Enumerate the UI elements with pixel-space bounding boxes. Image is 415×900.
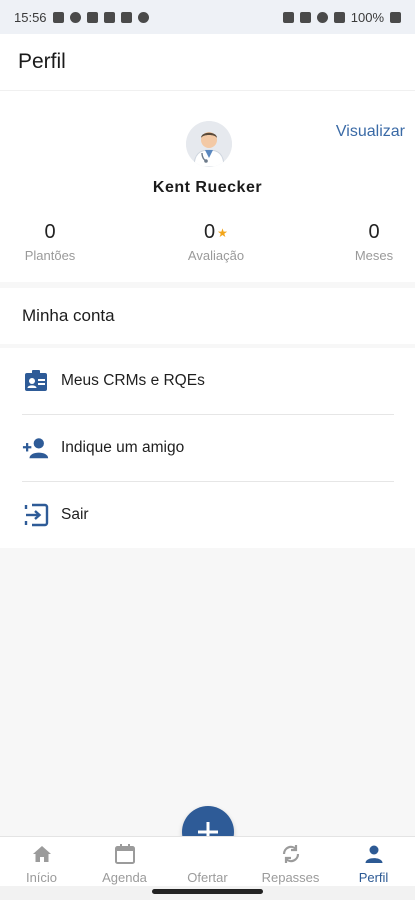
nav-item-label: Perfil (358, 870, 389, 885)
bottom-nav: Início Agenda Ofertar Repasses Perfil (0, 836, 415, 886)
status-bar: 15:56 100% (0, 0, 415, 34)
menu-item-refer-friend[interactable]: Indique um amigo (0, 415, 415, 481)
person-icon (364, 842, 384, 866)
menu-item-logout[interactable]: Sair (0, 482, 415, 548)
nav-item-label: Agenda (102, 870, 147, 885)
nav-item-profile[interactable]: Perfil (332, 837, 415, 887)
menu-item-label: Meus CRMs e RQEs (61, 372, 205, 389)
profile-card: Visualizar Kent Ruecker 0 Plantões 0 ★ A… (0, 90, 415, 282)
menu-item-label: Sair (61, 506, 89, 523)
stat-shifts: 0 Plantões (20, 221, 80, 263)
nav-item-label: Início (25, 870, 58, 885)
doctor-avatar-icon (186, 121, 232, 167)
signal-icon (333, 11, 345, 23)
section-title-account: Minha conta (0, 288, 415, 344)
profile-name: Kent Ruecker (152, 179, 263, 196)
mail-icon (103, 11, 115, 23)
app-header: Perfil (0, 34, 415, 90)
stat-rating-label: Avaliação (187, 248, 245, 263)
sync-status-icon (69, 11, 81, 23)
nav-item-offer[interactable]: Ofertar (166, 837, 249, 887)
image-icon (120, 11, 132, 23)
vibrate-icon (282, 11, 294, 23)
stat-shifts-label: Plantões (24, 248, 76, 263)
add-person-icon (22, 434, 50, 462)
stat-rating-value: 0 (204, 221, 216, 243)
system-home-bar (0, 886, 415, 900)
nav-item-transfers[interactable]: Repasses (249, 837, 332, 887)
app-notification-icon (137, 11, 149, 23)
home-indicator[interactable] (152, 889, 263, 894)
nav-item-agenda[interactable]: Agenda (83, 837, 166, 887)
wifi-icon (316, 11, 328, 23)
star-icon: ★ (217, 225, 228, 240)
stat-rating: 0 ★ Avaliação (176, 221, 256, 263)
stat-months-label: Meses (354, 248, 394, 263)
home-icon (32, 842, 52, 866)
battery-level: 100% (350, 9, 384, 25)
menu-item-label: Indique um amigo (61, 439, 185, 456)
account-menu: Meus CRMs e RQEs Indique um amigo Sair (0, 348, 415, 548)
stat-months: 0 Meses (344, 221, 404, 263)
nav-item-label: Ofertar (187, 870, 228, 885)
telegram-icon (52, 11, 64, 23)
sync-icon (280, 842, 302, 866)
status-time: 15:56 (14, 9, 47, 25)
logout-icon (22, 501, 50, 529)
nav-item-home[interactable]: Início (0, 837, 83, 887)
badge-icon (22, 367, 50, 395)
instagram-icon (86, 11, 98, 23)
alarm-icon (299, 11, 311, 23)
view-profile-link[interactable]: Visualizar (336, 123, 405, 141)
menu-item-crms[interactable]: Meus CRMs e RQEs (0, 348, 415, 414)
avatar[interactable] (186, 121, 232, 167)
calendar-icon (114, 842, 136, 866)
nav-item-label: Repasses (261, 870, 320, 885)
battery-icon (390, 11, 401, 23)
stat-shifts-value: 0 (44, 221, 56, 243)
page-title: Perfil (18, 50, 66, 73)
stat-months-value: 0 (368, 221, 380, 243)
